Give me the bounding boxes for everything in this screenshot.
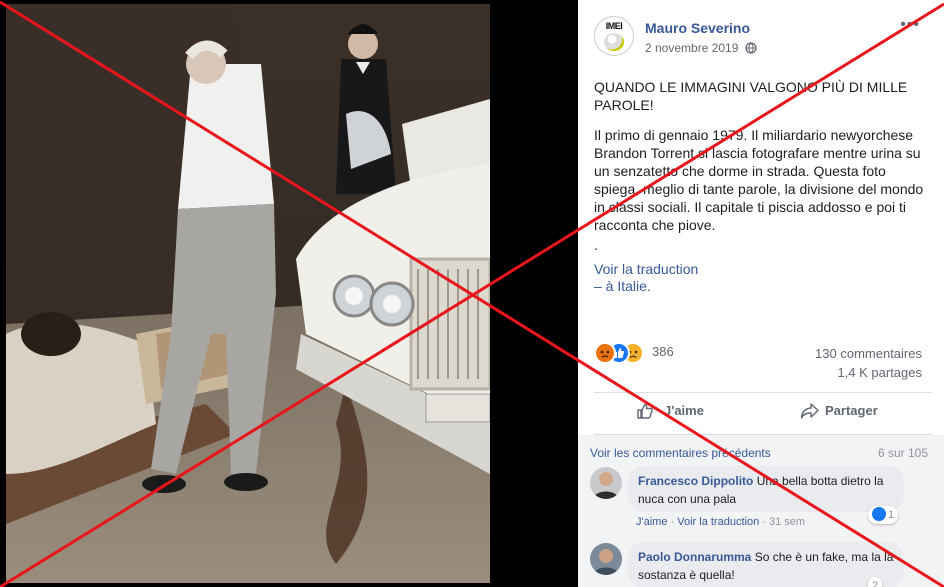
share-arrow-icon: [800, 402, 820, 423]
comment-reaction-badge[interactable]: 1: [868, 506, 899, 524]
comment-author[interactable]: Francesco Dippolito: [638, 474, 753, 488]
comment-time[interactable]: 31 sem: [769, 516, 805, 528]
post-author[interactable]: Mauro Severino: [645, 20, 750, 36]
avatar-ball-icon: [604, 33, 624, 51]
comment-translate-link[interactable]: Voir la traduction: [677, 516, 759, 528]
commenter-avatar[interactable]: [590, 543, 622, 575]
share-button-label: Partager: [825, 403, 878, 418]
comment-reaction-count: 1: [888, 509, 895, 521]
comment-pager-count: 6 sur 105: [877, 446, 928, 460]
comment-author[interactable]: Paolo Donnarumma: [638, 550, 751, 564]
post-body-text: Il primo di gennaio 1979. Il miliardario…: [594, 127, 928, 233]
post-dot: .: [594, 237, 598, 253]
photo-viewer: [0, 0, 578, 587]
comment-like-link[interactable]: J'aime: [636, 516, 667, 528]
page-avatar[interactable]: IMEI: [594, 16, 634, 56]
translated-from: – à Italie.: [594, 277, 651, 295]
comment-reaction-count: 2: [872, 580, 879, 587]
post-photo[interactable]: [6, 4, 490, 583]
thumbs-up-icon: [636, 402, 654, 423]
view-previous-comments-link[interactable]: Voir les commentaires précédents: [590, 446, 771, 460]
more-horizontal-icon[interactable]: •••: [900, 16, 920, 34]
post-text: QUANDO LE IMMAGINI VALGONO PIÙ DI MILLE …: [594, 78, 924, 266]
comment-bubble: Paolo Donnarumma So che è un fake, ma la…: [628, 542, 904, 587]
commenter-avatar[interactable]: [590, 467, 622, 499]
angry-reaction-icon: [594, 342, 616, 364]
post-meta: 2 novembre 2019: [645, 41, 757, 57]
globe-icon[interactable]: [745, 42, 757, 57]
divider: [594, 392, 932, 393]
comment-reaction-badge[interactable]: 2: [868, 577, 883, 587]
shares-count-link[interactable]: 1,4 K partages: [815, 363, 922, 382]
post-title-text: QUANDO LE IMMAGINI VALGONO PIÙ DI MILLE …: [594, 79, 912, 113]
translated-language-link[interactable]: Italie.: [617, 278, 650, 294]
translated-from-prefix: – à: [594, 278, 618, 294]
comments-section: Voir les commentaires précédents 6 sur 1…: [578, 435, 944, 587]
post-panel: IMEI Mauro Severino 2 novembre 2019 ••• …: [578, 0, 944, 587]
like-button-label: J'aime: [664, 403, 704, 418]
avatar-logo-text: IMEI: [605, 21, 623, 31]
comment-bubble: Francesco Dippolito Una bella botta diet…: [628, 466, 904, 512]
reaction-count: 386: [652, 344, 674, 359]
engagement-counts: 130 commentaires 1,4 K partages: [815, 344, 922, 382]
like-reaction-icon: [872, 507, 886, 521]
see-translation-link[interactable]: Voir la traduction: [594, 260, 698, 278]
comment-actions: J'aime · Voir la traduction · 31 sem: [636, 516, 806, 528]
comments-count-link[interactable]: 130 commentaires: [815, 344, 922, 363]
post-date[interactable]: 2 novembre 2019: [645, 41, 738, 55]
